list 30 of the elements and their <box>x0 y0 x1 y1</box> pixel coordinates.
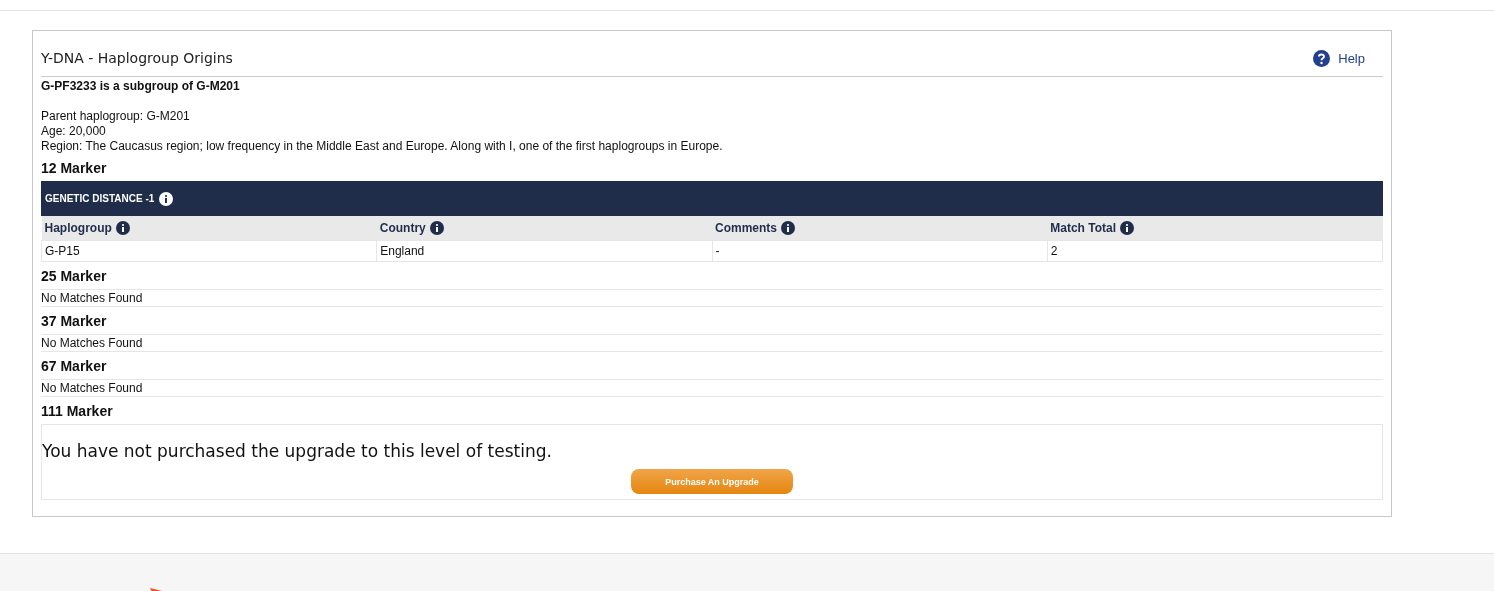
upgrade-message: You have not purchased the upgrade to this level of testing. <box>42 441 552 461</box>
section-heading: 25 Marker <box>41 267 108 286</box>
info-icon[interactable] <box>159 191 174 206</box>
help-link[interactable]: Help <box>1313 40 1365 67</box>
summary-line: Parent haplogroup: G-M201 <box>41 109 191 124</box>
table-cell: G-P15 <box>41 240 377 262</box>
panel-title: Y-DNA - Haplogroup Origins <box>41 49 233 66</box>
info-icon[interactable] <box>781 221 795 236</box>
summary-heading: G-PF3233 is a subgroup of G-M201 <box>41 78 241 95</box>
summary-line: Region: The Caucasus region; low frequency in the Middle East and Europe. Along with I, one of the first haplogroups in Europe. <box>41 139 724 154</box>
empty-message: No Matches Found <box>41 379 1383 397</box>
column-header: Country <box>379 221 426 236</box>
band-title: GENETIC DISTANCE -1 <box>45 193 155 204</box>
info-icon[interactable] <box>115 221 130 236</box>
section-heading: 67 Marker <box>41 357 108 376</box>
summary-line: Age: 20,000 <box>41 124 107 139</box>
empty-message: No Matches Found <box>41 334 1383 352</box>
table-cell: 2 <box>1047 240 1383 262</box>
section-heading: 37 Marker <box>41 312 108 331</box>
column-header: Haplogroup <box>44 221 112 236</box>
empty-message: No Matches Found <box>41 289 1383 307</box>
help-icon[interactable] <box>1313 49 1331 67</box>
section-heading: 12 Marker <box>41 159 108 178</box>
table-cell: - <box>712 240 1048 262</box>
table-cell: England <box>376 240 712 262</box>
column-header: Match Total <box>1050 221 1117 236</box>
section-heading: 111 Marker <box>41 402 114 421</box>
info-icon[interactable] <box>429 221 444 236</box>
info-icon[interactable] <box>1120 221 1135 236</box>
column-header: Comments <box>715 221 777 236</box>
